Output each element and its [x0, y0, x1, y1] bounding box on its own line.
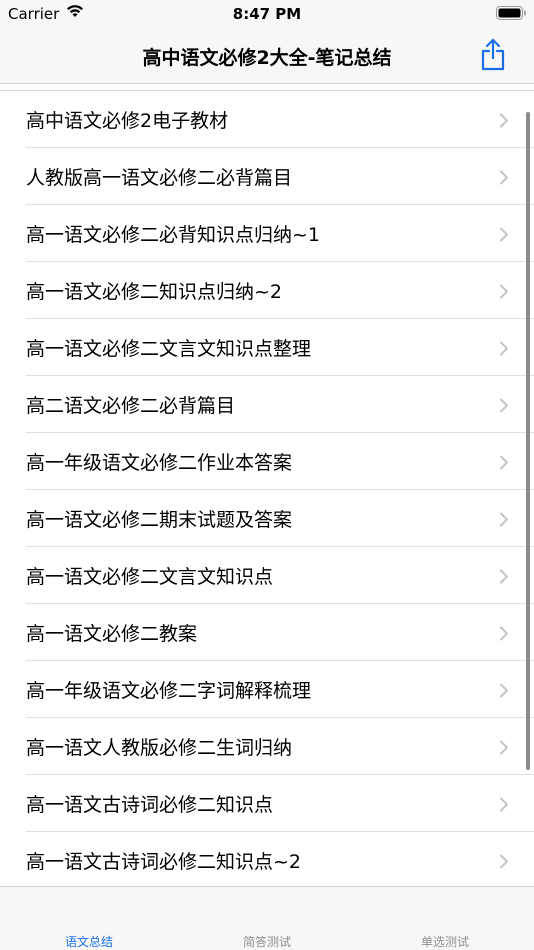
chevron-right-icon — [500, 170, 508, 185]
list-item-label: 高一语文必修二文言文知识点 — [26, 566, 274, 588]
list-item[interactable]: 高一语文必修二期末试题及答案 — [0, 490, 534, 547]
list-item[interactable]: 高一年级语文必修二作业本答案 — [0, 433, 534, 490]
list-item-label: 高二语文必修二必背篇目 — [26, 395, 236, 417]
list-item[interactable]: 高一语文必修二文言文知识点 — [0, 547, 534, 604]
list-item[interactable]: 高二语文必修二必背篇目 — [0, 376, 534, 433]
status-time: 8:47 PM — [232, 5, 302, 23]
chevron-right-icon — [500, 455, 508, 470]
chevron-right-icon — [500, 398, 508, 413]
tab-label: 单选测试 — [420, 935, 469, 949]
navigation-bar: 高中语文必修2大全-笔记总结 — [0, 30, 534, 84]
list-item[interactable]: 高中语文必修2电子教材 — [0, 91, 534, 148]
chevron-right-icon — [500, 854, 508, 869]
page-title: 高中语文必修2大全-笔记总结 — [142, 47, 392, 69]
list-item-label: 高一语文必修二必背知识点归纳~1 — [26, 224, 321, 246]
tab-single-choice-test[interactable]: 单选测试 — [356, 887, 534, 950]
chevron-right-icon — [500, 284, 508, 299]
chevron-right-icon — [500, 341, 508, 356]
list-item[interactable]: 高一年级语文必修二字词解释梳理 — [0, 661, 534, 718]
tab-summary[interactable]: 语文总结 — [0, 887, 178, 950]
chevron-right-icon — [500, 227, 508, 242]
list-item-label: 高中语文必修2电子教材 — [26, 110, 229, 132]
status-bar: Carrier 8:47 PM — [0, 0, 534, 30]
list-item-label: 高一语文古诗词必修二知识点~2 — [26, 851, 302, 873]
tab-label: 简答测试 — [242, 935, 291, 949]
list-item[interactable]: 高一语文人教版必修二生词归纳 — [0, 718, 534, 775]
list-item[interactable]: 高一语文古诗词必修二知识点~2 — [0, 832, 534, 889]
chevron-right-icon — [500, 683, 508, 698]
list-item-label: 高一语文必修二期末试题及答案 — [26, 509, 293, 531]
share-button[interactable] — [478, 36, 508, 72]
battery-icon — [496, 6, 526, 20]
scroll-indicator[interactable] — [526, 112, 530, 770]
list-item-label: 高一年级语文必修二字词解释梳理 — [26, 680, 312, 702]
list-item-label: 高一语文古诗词必修二知识点 — [26, 794, 274, 816]
tab-bar: 语文总结 简答测试 单选测试 — [0, 886, 534, 950]
chevron-right-icon — [500, 113, 508, 128]
list-item-label: 高一语文必修二教案 — [26, 623, 198, 645]
chevron-right-icon — [500, 740, 508, 755]
list-item[interactable]: 人教版高一语文必修二必背篇目 — [0, 148, 534, 205]
tab-label: 语文总结 — [64, 935, 113, 949]
list-item[interactable]: 高一语文必修二必背知识点归纳~1 — [0, 205, 534, 262]
article-list: 高中语文必修2电子教材人教版高一语文必修二必背篇目高一语文必修二必背知识点归纳~… — [0, 90, 534, 889]
chevron-right-icon — [500, 797, 508, 812]
chevron-right-icon — [500, 626, 508, 641]
list-item-label: 高一语文人教版必修二生词归纳 — [26, 737, 293, 759]
list-item-label: 高一年级语文必修二作业本答案 — [26, 452, 293, 474]
list-item[interactable]: 高一语文必修二知识点归纳~2 — [0, 262, 534, 319]
list-item-label: 人教版高一语文必修二必背篇目 — [26, 167, 293, 189]
list-item[interactable]: 高一语文必修二教案 — [0, 604, 534, 661]
tab-short-answer-test[interactable]: 简答测试 — [178, 887, 356, 950]
chevron-right-icon — [500, 569, 508, 584]
share-icon — [481, 38, 505, 71]
list-item-label: 高一语文必修二知识点归纳~2 — [26, 281, 283, 303]
list-item[interactable]: 高一语文必修二文言文知识点整理 — [0, 319, 534, 376]
list-item-label: 高一语文必修二文言文知识点整理 — [26, 338, 312, 360]
chevron-right-icon — [500, 512, 508, 527]
list-item[interactable]: 高一语文古诗词必修二知识点 — [0, 775, 534, 832]
